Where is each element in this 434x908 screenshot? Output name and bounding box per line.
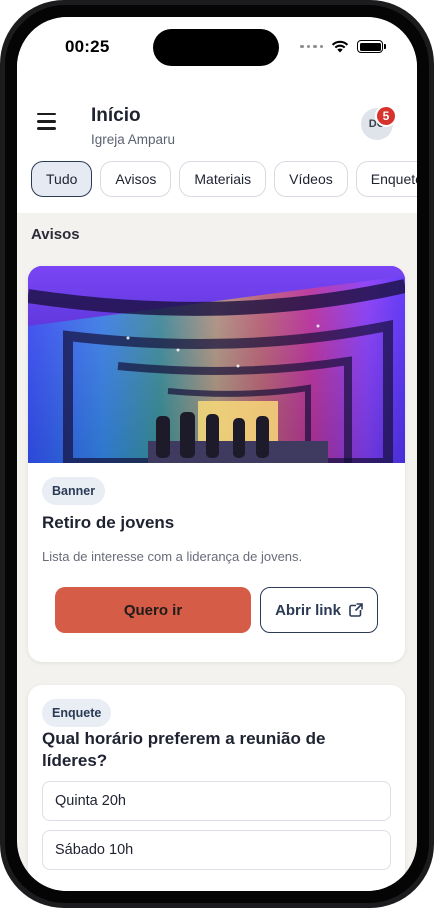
phone-frame: 00:25 Início Igreja Amparu DO 5 Tudo Avi… [0, 0, 434, 908]
church-name: Igreja Amparu [91, 132, 176, 147]
abrir-link-label: Abrir link [275, 601, 341, 619]
section-title: Avisos [31, 226, 80, 243]
filter-chip-avisos[interactable]: Avisos [100, 161, 172, 197]
battery-icon [357, 40, 386, 53]
poll-option-2[interactable]: Sábado 10h [42, 830, 391, 870]
poll-badge: Enquete [42, 699, 112, 727]
banner-image [28, 266, 405, 463]
status-icons [300, 40, 386, 53]
filter-chip-tudo[interactable]: Tudo [31, 161, 93, 197]
page-title: Início [91, 105, 141, 126]
tunnel-illustration [28, 266, 405, 463]
announcement-description: Lista de interesse com a liderança de jo… [42, 549, 303, 564]
filter-chip-enquete[interactable]: Enquete [355, 161, 417, 197]
banner-badge: Banner [42, 477, 106, 505]
quero-ir-label: Quero ir [123, 601, 183, 619]
poll-question: Qual horário preferem a reunião de líder… [42, 729, 326, 770]
cellular-signal-icon [300, 44, 323, 49]
status-time: 00:25 [65, 37, 110, 56]
wifi-icon [331, 40, 349, 53]
poll-option-1[interactable]: Quinta 20h [42, 781, 391, 821]
notification-badge: 5 [375, 105, 397, 127]
announcement-title: Retiro de jovens [42, 513, 175, 532]
poll-card: Enquete Qual horário preferem a reunião … [28, 685, 405, 891]
external-link-icon [349, 603, 363, 617]
status-bar: 00:25 [17, 17, 417, 81]
abrir-link-button[interactable]: Abrir link [260, 587, 378, 633]
filter-chip-materiais[interactable]: Materiais [179, 161, 267, 197]
dynamic-island [153, 29, 279, 66]
announcement-card: Banner Retiro de jovens Lista de interes… [28, 266, 405, 662]
filter-chip-videos[interactable]: Vídeos [274, 161, 348, 197]
screen: 00:25 Início Igreja Amparu DO 5 Tudo Avi… [17, 17, 417, 891]
app-header: Início Igreja Amparu DO 5 Tudo Avisos Ma… [17, 81, 417, 213]
hamburger-menu-icon[interactable] [37, 113, 59, 131]
quero-ir-button[interactable]: Quero ir [55, 587, 251, 633]
filter-chips: Tudo Avisos Materiais Vídeos Enquete [31, 161, 417, 197]
